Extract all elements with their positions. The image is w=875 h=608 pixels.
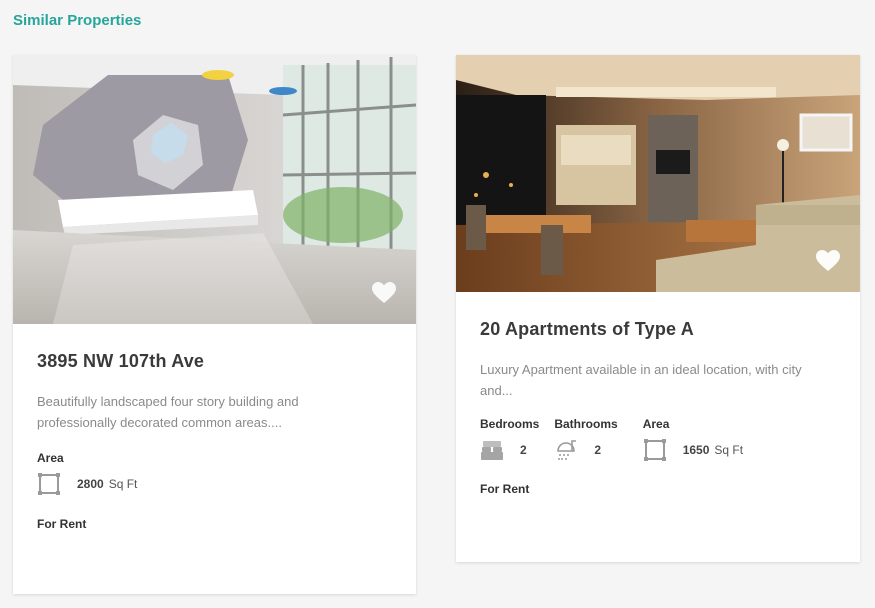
property-card[interactable]: 3895 NW 107th Ave Beautifully landscaped… bbox=[13, 55, 416, 594]
property-title[interactable]: 20 Apartments of Type A bbox=[480, 292, 836, 340]
area-icon bbox=[643, 438, 667, 462]
property-card[interactable]: 20 Apartments of Type A Luxury Apartment… bbox=[456, 55, 860, 562]
area-unit: Sq Ft bbox=[714, 443, 744, 457]
feature-label: Area bbox=[642, 417, 670, 431]
feature-area: Area 2800 Sq Ft bbox=[37, 451, 137, 496]
status-badge: For Rent bbox=[480, 482, 530, 496]
property-photo[interactable] bbox=[456, 55, 860, 292]
property-description: Beautifully landscaped four story buildi… bbox=[37, 394, 299, 430]
bathrooms-value: 2 bbox=[594, 443, 602, 457]
feature-label: Bathrooms bbox=[554, 417, 618, 431]
bedrooms-value: 2 bbox=[520, 443, 527, 457]
heart-icon bbox=[816, 250, 840, 271]
status-badge: For Rent bbox=[37, 517, 87, 531]
favorite-button[interactable] bbox=[816, 250, 840, 272]
apartment-image bbox=[456, 55, 860, 292]
area-icon bbox=[37, 472, 61, 496]
heart-icon bbox=[372, 282, 396, 303]
feature-label: Area bbox=[37, 451, 64, 465]
bed-icon bbox=[480, 438, 504, 462]
section-title: Similar Properties bbox=[13, 12, 142, 29]
feature-bedrooms: Bedrooms 2 bbox=[480, 417, 539, 462]
area-unit: Sq Ft bbox=[108, 477, 138, 491]
property-photo[interactable] bbox=[13, 55, 416, 324]
property-features: Area 2800 Sq Ft bbox=[37, 451, 392, 496]
property-description: Luxury Apartment available in an ideal l… bbox=[480, 362, 802, 398]
feature-label: Bedrooms bbox=[480, 417, 540, 431]
feature-bathrooms: Bathrooms 2 bbox=[554, 417, 618, 462]
lobby-image bbox=[13, 55, 416, 324]
feature-area: Area 1650 Sq Ft bbox=[643, 417, 743, 462]
area-value: 2800 bbox=[77, 477, 104, 491]
property-features: Bedrooms 2 Bathrooms 2 Area 1650 Sq Ft bbox=[480, 417, 836, 462]
favorite-button[interactable] bbox=[372, 282, 396, 304]
area-value: 1650 bbox=[682, 443, 710, 457]
property-title[interactable]: 3895 NW 107th Ave bbox=[37, 324, 392, 372]
shower-icon bbox=[554, 438, 578, 462]
